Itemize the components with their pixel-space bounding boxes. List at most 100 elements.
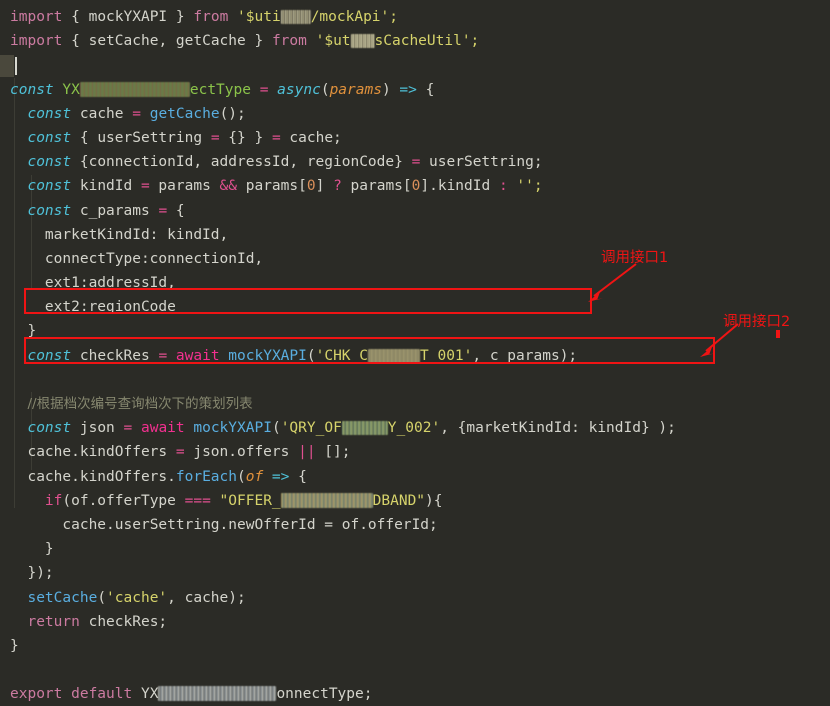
token-tail: userSettring; [420,154,543,171]
code-line-21: if(of.offerType === "OFFER_ DBAND"){ [0,489,830,513]
code-line-10: marketKindId: kindId, [0,223,830,247]
token-operator-assign: = [140,178,150,195]
code-line-17-comment: //根据档次编号查询档次下的策划列表 [0,392,830,416]
code-line-25: setCache('cache', cache); [0,586,830,610]
token-keyword-import: import [10,33,63,50]
token-parameter-params: params [329,81,382,98]
token-tail: []; [315,444,351,461]
token-destructure: {connectionId, addressId, regionCode} [71,154,412,171]
token-export-name-start: YX [132,686,159,703]
token-function-name-end: ectType [189,81,251,98]
token-call-mockyxapi: mockYXAPI [219,347,307,364]
token-string-end: Y_002' [387,420,441,437]
token-keyword-await: await [167,347,220,364]
token-expr: ] [315,178,334,195]
token-string-empty: ''; [507,178,543,195]
token-expr: ].kindId [420,178,499,195]
token-brace: { [298,468,307,485]
token-paren: ( [320,81,330,98]
code-line-18-json: const json = await mockYXAPI('QRY_OF Y_00… [0,416,830,440]
token-expr: cache.kindOffers. [27,468,176,485]
token-string-start: "OFFER_ [210,492,281,509]
token-expr: params[ [237,178,307,195]
token-keyword-default: default [62,686,133,703]
code-line-5: const cache = getCache(); [0,102,830,126]
token-tail: ){ [425,492,443,509]
token-tail: (); [219,105,246,122]
token-comment-chinese: //根据档次编号查询档次下的策划列表 [27,396,253,412]
token-tail: cache; [280,129,342,146]
code-line-2: import { setCache, getCache } from '$ut s… [0,29,830,53]
token-string-cache: 'cache' [106,589,168,606]
token-operator-assign: = [123,105,150,122]
redacted-path-segment [350,34,375,49]
token-operator-or: || [298,444,316,461]
token-brace: { [167,202,185,219]
token-paren: ( [271,420,281,437]
token-keyword-return: return [27,613,80,630]
token-operator-assign: = [123,420,133,437]
code-line-11: connectType:connectionId, [0,247,830,271]
code-line-14: } [0,319,830,343]
token-foreach-close: }); [27,565,54,582]
token-brace-close: } [44,541,54,558]
token-keyword-const: const [27,420,72,437]
code-line-1: import { mockYXAPI } from '$uti/mockApi'… [0,5,830,29]
token-expr: params [149,178,220,195]
token-tail: , {marketKindId: kindId} ); [440,420,676,437]
token-expr: cache.kindOffers [27,444,176,461]
token-string-start: '$ut [306,33,351,50]
token-operator-colon: : [498,178,508,195]
annotation-label-1: 调用接口1 [601,250,669,266]
token-keyword-const: const [27,129,72,146]
token-keyword-from: from [271,33,307,50]
token-brace: { [62,33,89,50]
code-line-16-blank [0,368,830,392]
token-expr: params[ [341,178,412,195]
token-function-name-start: YX [53,81,80,98]
token-string-end: T_001' [420,347,473,364]
token-operator-strict-equals: === [184,492,211,509]
token-expr: (of.offerType [62,492,185,509]
token-operator-ternary: ? [333,178,342,195]
token-keyword-const: const [27,202,72,219]
token-destructure: { userSettring [71,129,211,146]
token-keyword-if: if [44,492,63,509]
token-property-connecttype: connectType:connectionId, [44,250,264,267]
token-tail: , cache); [167,589,246,606]
token-call-mockyxapi: mockYXAPI [184,420,272,437]
token-identifier-mockyxapi: mockYXAPI [88,9,168,25]
token-call-getcache: getCache [149,105,220,122]
token-paren: ( [306,347,316,364]
token-operator-assign: = [210,129,220,146]
token-arrow: => [263,468,299,485]
token-operator-assign: = [250,81,278,98]
token-keyword-await: await [132,420,185,437]
token-keyword-const: const [27,105,72,122]
token-string-end: /mockApi'; [310,9,398,25]
code-line-7: const {connectionId, addressId, regionCo… [0,150,830,174]
code-line-27: } [0,634,830,658]
redacted-api-code [368,348,420,363]
token-tail: , c_params); [472,347,578,364]
token-keyword-const: const [27,154,72,171]
code-editor[interactable]: import { mockYXAPI } from '$uti/mockApi'… [0,0,830,702]
redacted-offer-type [280,492,373,508]
token-paren: ( [97,589,107,606]
code-line-3-blank [0,53,830,77]
code-line-15-checkres: const checkRes = await mockYXAPI('CHK_C T… [0,344,830,368]
token-brace-close-function: } [10,637,19,654]
token-paren: ( [236,468,246,485]
token-brace: } [245,33,272,50]
token-operator-assign: = [158,347,168,364]
token-keyword-from: from [193,9,229,25]
token-identifier-setcache: setCache [88,33,159,50]
token-brace: } [167,9,194,25]
token-operator-assign: = [271,129,281,146]
token-keyword-export: export [10,686,63,703]
token-paren: ) [381,81,391,98]
token-string-end: DBAND" [372,492,426,509]
token-property-ext1: ext1:addressId, [44,275,176,292]
token-keyword-const: const [27,347,72,364]
code-line-29-export: export default YX onnectType; [0,682,830,706]
